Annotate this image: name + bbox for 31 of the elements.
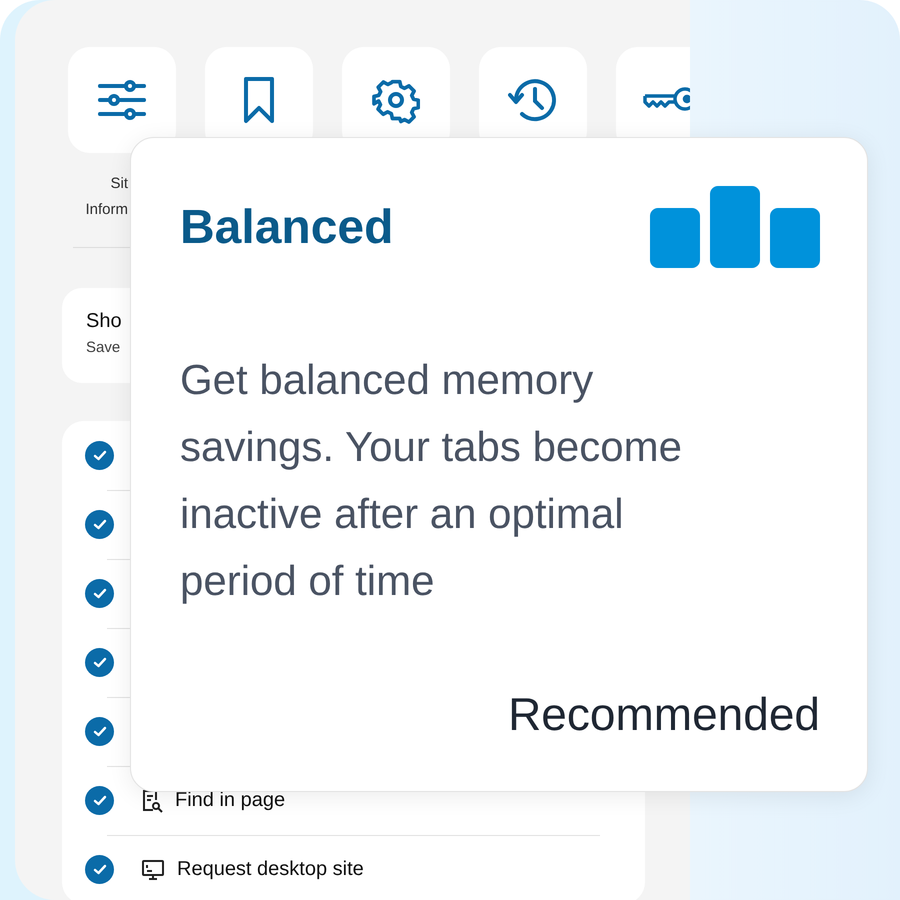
tile-label: Sit bbox=[110, 174, 128, 194]
balanced-mode-dialog[interactable]: Balanced Get balanced memory savings. Your tabs become inactive after an optimal period of time Recommended bbox=[130, 137, 868, 792]
card-description: Get balanced memory savings. Your tabs become inactive after an optimal period of time bbox=[180, 355, 683, 606]
toolbar-tile[interactable] bbox=[68, 47, 176, 153]
setting-title: Sho bbox=[86, 310, 122, 333]
checkbox[interactable] bbox=[85, 441, 114, 470]
tile-label: Inform bbox=[85, 200, 128, 220]
checkbox[interactable] bbox=[85, 648, 114, 677]
checkbox[interactable] bbox=[85, 717, 114, 746]
setting-subtitle: Save bbox=[86, 339, 120, 356]
bookmark-icon bbox=[242, 76, 276, 124]
check-icon bbox=[92, 588, 106, 599]
check-icon bbox=[92, 726, 106, 737]
sliders-icon bbox=[98, 80, 146, 120]
checkbox[interactable] bbox=[85, 786, 114, 815]
card-title: Balanced bbox=[180, 200, 394, 255]
bars-icon bbox=[650, 186, 820, 268]
checkbox[interactable] bbox=[85, 855, 114, 884]
check-icon bbox=[92, 519, 106, 530]
checkbox[interactable] bbox=[85, 579, 114, 608]
option-label: Find in page bbox=[175, 789, 286, 812]
history-icon bbox=[508, 76, 558, 124]
check-icon bbox=[92, 657, 106, 668]
recommended-label: Recommended bbox=[508, 687, 820, 741]
check-icon bbox=[92, 795, 106, 806]
find-page-icon bbox=[141, 788, 163, 812]
checkbox[interactable] bbox=[85, 510, 114, 539]
check-icon bbox=[92, 450, 106, 461]
option-label: Request desktop site bbox=[177, 858, 364, 881]
desktop-icon bbox=[141, 858, 165, 882]
check-icon bbox=[92, 864, 106, 875]
